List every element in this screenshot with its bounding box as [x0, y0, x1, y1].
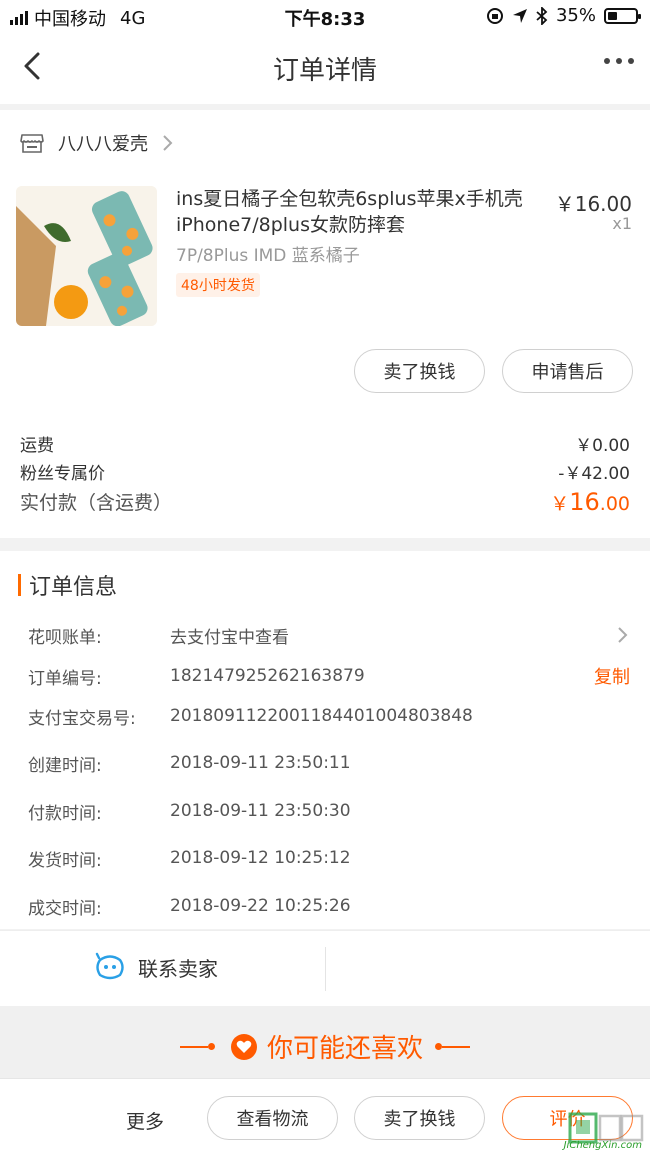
order-info-header: 订单信息: [18, 569, 117, 601]
alipay-trade-row: 支付宝交易号: 2018091122001184401004803848: [28, 701, 630, 731]
info-label: 成交时间:: [28, 898, 102, 919]
fan-price-row: 粉丝专属价 -￥42.00: [20, 459, 630, 484]
decor-line: [179, 1045, 208, 1048]
status-right: 35%: [486, 5, 641, 26]
battery-percent: 35%: [555, 5, 596, 26]
fan-price-value: -￥42.00: [558, 464, 630, 484]
copy-button[interactable]: 复制: [594, 663, 630, 689]
more-menu-button[interactable]: [604, 58, 634, 64]
order-info-title: 订单信息: [29, 575, 118, 600]
info-value: 去支付宝中查看: [170, 627, 289, 648]
rotation-lock-icon: [486, 7, 503, 24]
info-value: 2018-09-12 10:25:12: [170, 848, 351, 868]
shipping-tag: 48小时发货: [176, 273, 260, 297]
info-label: 订单编号:: [28, 668, 102, 689]
shipped-time-row: 发货时间: 2018-09-12 10:25:12: [28, 843, 630, 873]
chat-face-icon: [95, 952, 124, 980]
total-decimal: .00: [599, 493, 630, 515]
total-currency: ￥: [550, 493, 570, 515]
recommend-title: 你可能还喜欢: [266, 1034, 423, 1064]
info-label: 付款时间:: [28, 803, 102, 824]
contact-seller-label: 联系卖家: [138, 956, 218, 981]
shipping-fee-row: 运费 ￥0.00: [20, 431, 630, 456]
divider: [325, 947, 326, 991]
battery-fill: [608, 11, 617, 20]
total-integer: 16: [569, 488, 600, 516]
product-image[interactable]: [16, 186, 157, 326]
total-row: 实付款（含运费） ￥16.00: [20, 488, 630, 516]
decor-dot: [207, 1043, 215, 1050]
completed-time-row: 成交时间: 2018-09-22 10:25:26: [28, 891, 630, 921]
heart-icon: [230, 1033, 257, 1060]
product-title[interactable]: ins夏日橘子全包软壳6splus苹果x手机壳iPhone7/8plus女款防摔…: [176, 186, 556, 238]
more-button[interactable]: 更多: [126, 1107, 164, 1134]
battery-icon: [604, 7, 641, 24]
order-info-section: 订单信息 花呗账单: 去支付宝中查看 订单编号: 182147925262163…: [0, 551, 650, 929]
info-value: 2018-09-22 10:25:26: [170, 896, 351, 916]
recommend-heading: 你可能还喜欢: [0, 1028, 650, 1065]
decor-line: [442, 1045, 470, 1048]
shop-name: 八八八爱壳: [58, 134, 148, 155]
store-icon: [20, 134, 44, 153]
after-sale-button[interactable]: 申请售后: [502, 349, 633, 393]
info-label: 创建时间:: [28, 755, 102, 776]
info-value: 2018-09-11 23:50:30: [170, 801, 351, 821]
total-label: 实付款（含运费）: [20, 492, 173, 514]
product-price: ￥16.00: [554, 192, 632, 216]
nav-bar: 订单详情: [0, 32, 650, 104]
info-label: 发货时间:: [28, 850, 102, 871]
watermark-text: JiChengXin.com: [563, 1140, 642, 1151]
dot-icon: [628, 58, 634, 64]
sell-button-bottom[interactable]: 卖了换钱: [354, 1096, 485, 1140]
recommend-banner: 你可能还喜欢: [0, 1006, 650, 1078]
location-icon: [512, 8, 527, 23]
info-label: 花呗账单:: [28, 627, 102, 648]
info-value: 2018-09-11 23:50:11: [170, 753, 351, 773]
product-quantity: x1: [612, 214, 632, 233]
contact-bar: 联系卖家: [0, 930, 650, 1006]
info-value: 2018091122001184401004803848: [170, 706, 473, 726]
status-bar: 中国移动 4G 下午8:33 35%: [0, 0, 650, 32]
shipping-fee-label: 运费: [20, 436, 54, 456]
chevron-right-icon: [163, 135, 173, 151]
page-title: 订单详情: [272, 56, 377, 86]
order-card: 八八八爱壳 ins夏日橘子全包软壳6splus苹果x手机壳iPhone7/8pl…: [0, 110, 650, 538]
chevron-right-icon: [618, 627, 628, 643]
bluetooth-icon: [536, 6, 548, 25]
decor-dot: [435, 1043, 442, 1050]
product-sku: 7P/8Plus IMD 蓝系橘子: [176, 246, 360, 266]
dot-icon: [604, 58, 610, 64]
huabei-bill-row[interactable]: 花呗账单: 去支付宝中查看: [28, 620, 630, 650]
sell-button[interactable]: 卖了换钱: [354, 349, 485, 393]
total-value: ￥16.00: [550, 488, 630, 516]
contact-seller-button[interactable]: 联系卖家: [94, 951, 218, 983]
order-number-row: 订单编号: 182147925262163879 复制: [28, 661, 630, 691]
shipping-fee-value: ￥0.00: [575, 436, 630, 456]
view-logistics-button[interactable]: 查看物流: [207, 1096, 338, 1140]
section-marker: [18, 574, 21, 596]
paid-time-row: 付款时间: 2018-09-11 23:50:30: [28, 796, 630, 826]
created-time-row: 创建时间: 2018-09-11 23:50:11: [28, 748, 630, 778]
fan-price-label: 粉丝专属价: [20, 464, 105, 484]
order-number: 182147925262163879: [170, 666, 365, 686]
product-thumbnail: [16, 186, 157, 326]
dot-icon: [616, 58, 622, 64]
info-label: 支付宝交易号:: [28, 708, 136, 729]
shop-link[interactable]: 八八八爱壳: [20, 128, 174, 158]
